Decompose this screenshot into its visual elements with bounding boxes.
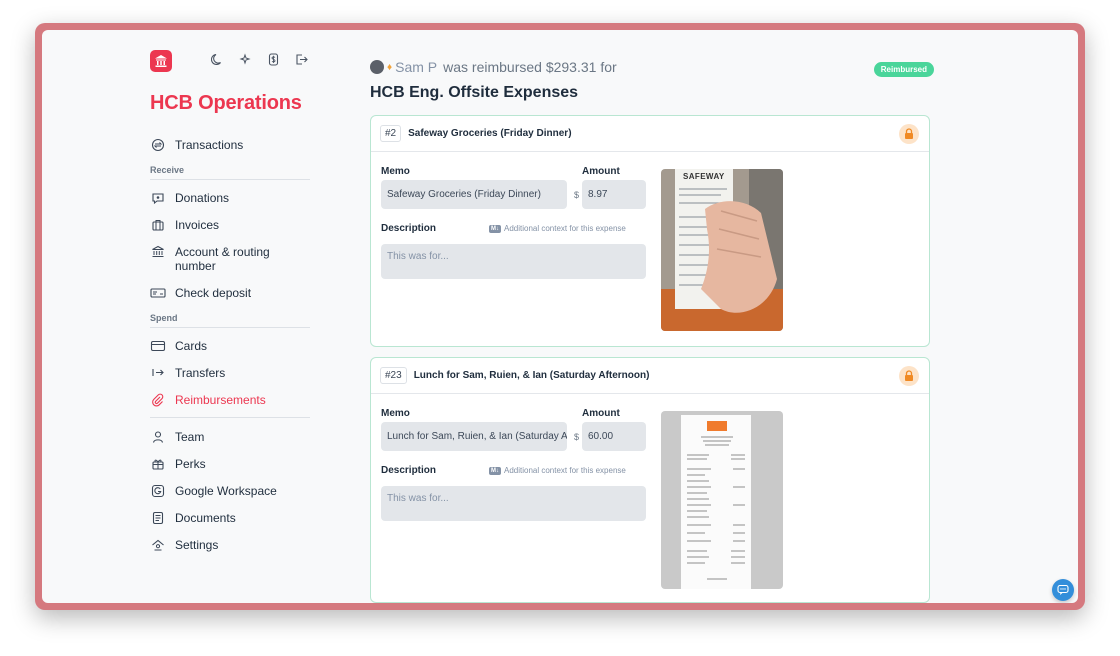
hcb-logo-icon[interactable] — [150, 50, 172, 72]
expense-number: #23 — [380, 367, 407, 384]
transfer-icon — [150, 366, 166, 380]
amount-input[interactable]: 60.00 — [582, 422, 646, 451]
sidebar-item-label: Transfers — [175, 366, 226, 380]
sidebar-item-label: Account & routing number — [175, 245, 270, 273]
sidebar-item-transactions[interactable]: Transactions — [150, 138, 310, 152]
person-icon — [150, 430, 166, 444]
settings-icon — [150, 538, 166, 552]
currency-symbol: $ — [574, 190, 580, 200]
expense-number: #2 — [380, 125, 402, 142]
org-title: HCB Operations — [150, 92, 302, 114]
document-icon — [150, 511, 166, 525]
sidebar-item-google-workspace[interactable]: Google Workspace — [150, 484, 310, 498]
description-textarea[interactable]: This was for... — [381, 244, 646, 279]
sidebar-item-label: Reimbursements — [175, 393, 266, 407]
expense-card-header: #2 Safeway Groceries (Friday Dinner) — [371, 116, 929, 152]
dollar-card-icon[interactable] — [266, 52, 280, 66]
amount-input[interactable]: 8.97 — [582, 180, 646, 209]
markdown-icon: M↓ — [489, 466, 501, 475]
markdown-hint-text: Additional context for this expense — [504, 466, 626, 475]
sidebar-item-label: Google Workspace — [175, 484, 277, 498]
sidebar-nav: Transactions Receive Donations Invoices — [150, 138, 310, 565]
sidebar-item-team[interactable]: Team — [150, 430, 310, 444]
sidebar-item-invoices[interactable]: Invoices — [150, 218, 310, 232]
top-icons — [210, 52, 308, 66]
expense-title: Lunch for Sam, Ruien, & Ian (Saturday Af… — [413, 370, 650, 381]
memo-input[interactable]: Safeway Groceries (Friday Dinner) — [381, 180, 567, 209]
app-window-frame: HCB Operations Transactions Receive Dona… — [35, 23, 1085, 610]
gift-icon — [150, 457, 166, 471]
amount-label: Amount — [582, 408, 620, 419]
section-label-spend: Spend — [150, 313, 310, 328]
sidebar-item-label: Documents — [175, 511, 236, 525]
sidebar-item-label: Donations — [175, 191, 230, 205]
check-icon — [150, 286, 166, 300]
sidebar-item-label: Check deposit — [175, 286, 252, 300]
description-textarea[interactable]: This was for... — [381, 486, 646, 521]
app-screen: HCB Operations Transactions Receive Dona… — [42, 30, 1078, 603]
main-content: ♦ Sam P was reimbursed $293.31 for Reimb… — [370, 58, 934, 102]
section-label-receive: Receive — [150, 165, 310, 180]
sidebar-item-cards[interactable]: Cards — [150, 339, 310, 353]
lock-icon[interactable] — [899, 124, 919, 144]
memo-input[interactable]: Lunch for Sam, Ruien, & Ian (Saturday Af… — [381, 422, 567, 451]
sparkles-icon[interactable] — [238, 52, 252, 66]
sidebar-divider — [150, 417, 310, 418]
markdown-hint: M↓ Additional context for this expense — [489, 224, 626, 233]
sidebar-item-label: Invoices — [175, 218, 220, 232]
markdown-icon: M↓ — [489, 224, 501, 233]
expense-card: #23 Lunch for Sam, Ruien, & Ian (Saturda… — [370, 357, 930, 603]
receipt-image[interactable]: SAFEWAY — [661, 169, 783, 331]
sidebar-item-label: Team — [175, 430, 205, 444]
chat-button[interactable] — [1052, 579, 1074, 601]
sidebar-item-label: Transactions — [175, 138, 244, 152]
sidebar-item-perks[interactable]: Perks — [150, 457, 310, 471]
paperclip-icon — [150, 393, 166, 407]
user-name[interactable]: Sam P — [395, 59, 437, 75]
description-label: Description — [381, 223, 437, 234]
bank-icon — [150, 245, 166, 259]
google-icon — [150, 484, 166, 498]
amount-label: Amount — [582, 166, 620, 177]
memo-label: Memo — [381, 408, 410, 419]
page-title: HCB Eng. Offsite Expenses — [370, 84, 579, 101]
sidebar-item-check-deposit[interactable]: Check deposit — [150, 286, 310, 300]
spark-icon: ♦ — [387, 61, 393, 73]
sidebar-item-account-routing[interactable]: Account & routing number — [150, 245, 310, 273]
sidebar-item-label: Perks — [175, 457, 206, 471]
sidebar: HCB Operations Transactions Receive Dona… — [42, 30, 332, 603]
receipt-brand-label: SAFEWAY — [683, 172, 725, 181]
status-badge: Reimbursed — [873, 62, 934, 77]
sidebar-item-label: Settings — [175, 538, 219, 552]
sidebar-item-transfers[interactable]: Transfers — [150, 366, 310, 380]
avatar[interactable] — [370, 60, 384, 74]
card-icon — [150, 339, 166, 353]
logout-icon[interactable] — [294, 52, 308, 66]
sidebar-item-documents[interactable]: Documents — [150, 511, 310, 525]
message-heart-icon — [150, 191, 166, 205]
expense-card: #2 Safeway Groceries (Friday Dinner) Mem… — [370, 115, 930, 347]
expense-card-header: #23 Lunch for Sam, Ruien, & Ian (Saturda… — [371, 358, 929, 394]
currency-symbol: $ — [574, 432, 580, 442]
moon-icon[interactable] — [210, 52, 224, 66]
briefcase-icon — [150, 218, 166, 232]
lock-icon[interactable] — [899, 366, 919, 386]
sidebar-item-label: Cards — [175, 339, 208, 353]
receipt-image[interactable] — [661, 411, 783, 589]
report-header: ♦ Sam P was reimbursed $293.31 for — [370, 58, 934, 76]
sidebar-item-reimbursements[interactable]: Reimbursements — [150, 393, 310, 407]
sidebar-item-donations[interactable]: Donations — [150, 191, 310, 205]
memo-label: Memo — [381, 166, 410, 177]
expense-title: Safeway Groceries (Friday Dinner) — [408, 128, 572, 139]
description-label: Description — [381, 465, 437, 476]
transactions-icon — [150, 138, 166, 152]
report-header-text: was reimbursed $293.31 for — [443, 59, 617, 75]
markdown-hint-text: Additional context for this expense — [504, 224, 626, 233]
markdown-hint: M↓ Additional context for this expense — [489, 466, 626, 475]
sidebar-item-settings[interactable]: Settings — [150, 538, 310, 552]
